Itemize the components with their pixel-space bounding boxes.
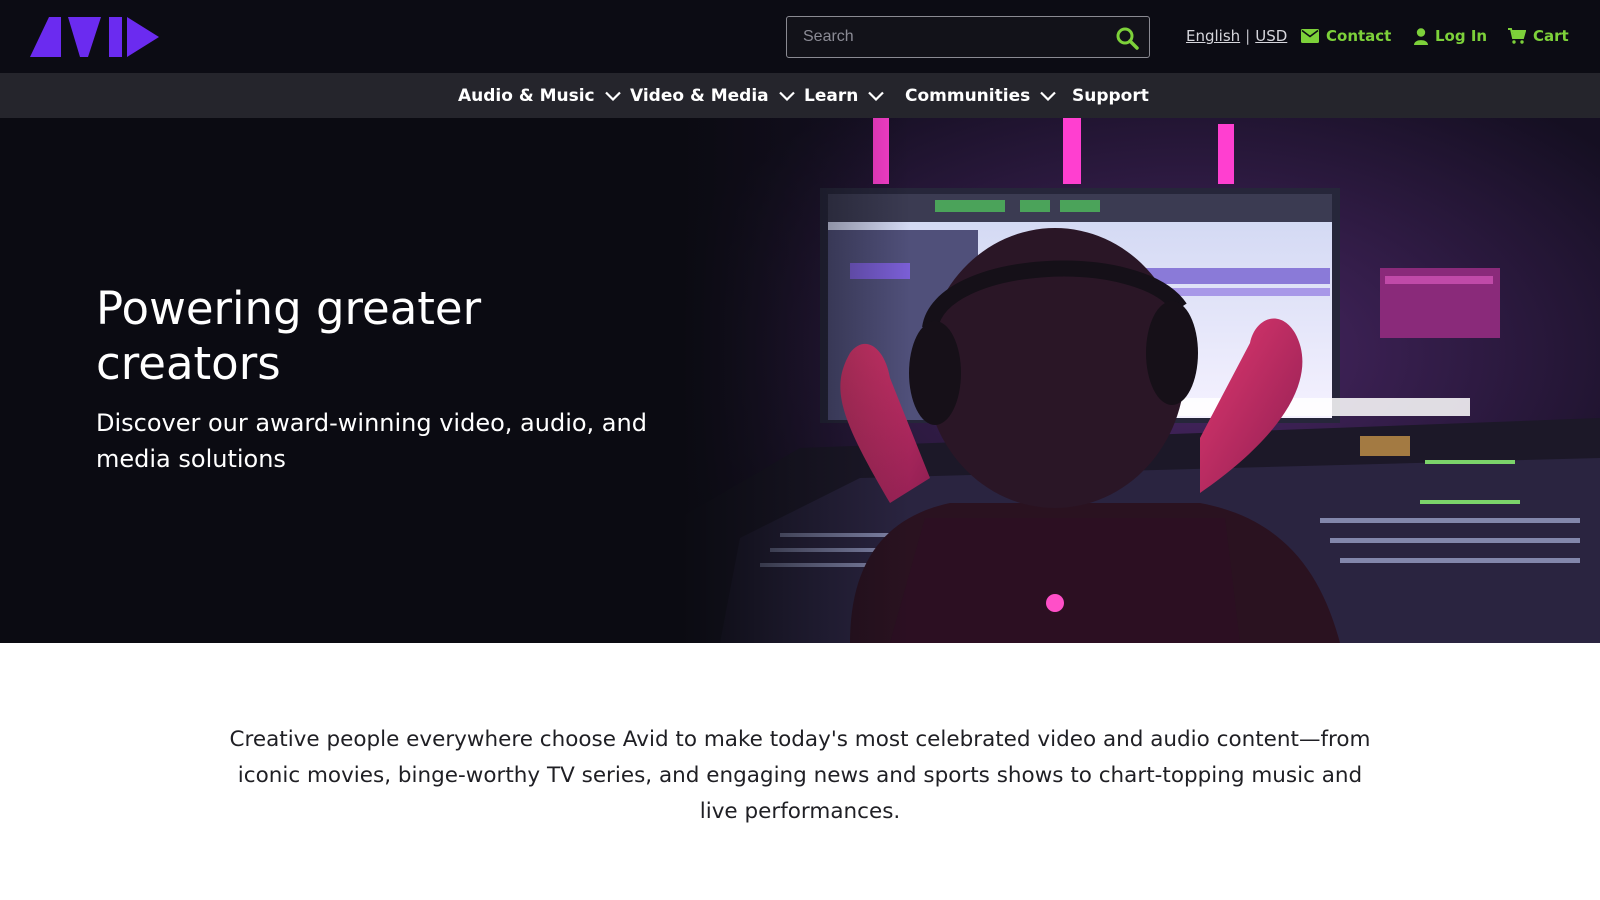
nav-item-label: Support — [1072, 85, 1149, 106]
currency-link[interactable]: USD — [1255, 27, 1287, 45]
nav-item-label: Communities — [905, 85, 1031, 106]
chevron-down-icon — [1040, 91, 1056, 101]
avid-logo[interactable] — [30, 15, 160, 59]
nav-item-label: Learn — [804, 85, 859, 106]
cart-link[interactable]: Cart — [1508, 24, 1569, 48]
language-link[interactable]: English — [1186, 27, 1240, 45]
locale-selector: English | USD — [1186, 24, 1287, 48]
login-label: Log In — [1435, 27, 1488, 45]
hero-banner: Powering greater creators Discover our a… — [0, 118, 1600, 643]
search-icon[interactable] — [1115, 26, 1139, 50]
chevron-down-icon — [604, 91, 621, 101]
locale-divider: | — [1245, 27, 1251, 45]
contact-label: Contact — [1326, 27, 1392, 45]
main-nav: Audio & Music Video & Media Learn Commun… — [0, 73, 1600, 118]
nav-item-video-media[interactable]: Video & Media — [630, 73, 795, 118]
login-link[interactable]: Log In — [1414, 24, 1487, 48]
envelope-icon — [1301, 29, 1319, 43]
contact-link[interactable]: Contact — [1301, 24, 1391, 48]
cart-label: Cart — [1533, 27, 1569, 45]
top-bar: English | USD Contact Log In Cart — [0, 0, 1600, 73]
nav-item-label: Video & Media — [630, 85, 769, 106]
nav-item-label: Audio & Music — [458, 85, 595, 106]
chevron-down-icon — [868, 91, 885, 101]
cart-icon — [1508, 28, 1526, 44]
search-input[interactable] — [787, 17, 1097, 57]
intro-paragraph: Creative people everywhere choose Avid t… — [229, 727, 1371, 824]
nav-item-audio-music[interactable]: Audio & Music — [458, 73, 621, 118]
nav-item-communities[interactable]: Communities — [905, 73, 1056, 118]
hero-subtitle: Discover our award-winning video, audio,… — [96, 409, 647, 473]
search-box — [786, 16, 1150, 58]
hero-studio-image — [680, 118, 1600, 643]
nav-item-support[interactable]: Support — [1072, 73, 1149, 118]
user-icon — [1414, 27, 1428, 45]
chevron-down-icon — [778, 91, 795, 101]
hero-title: Powering greater creators — [96, 282, 482, 390]
nav-item-learn[interactable]: Learn — [804, 73, 885, 118]
